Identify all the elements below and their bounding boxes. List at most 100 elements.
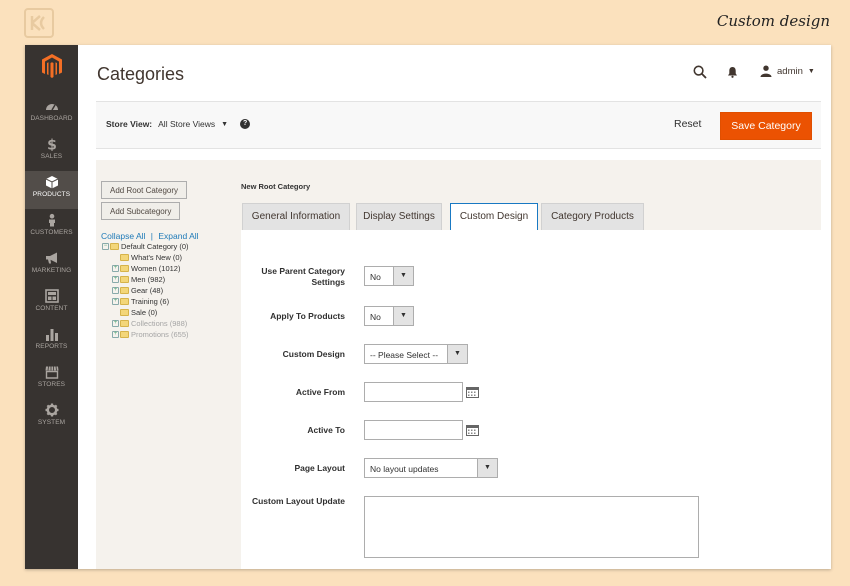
custom-layout-update-textarea[interactable] <box>364 496 699 558</box>
nav-content[interactable]: CONTENT <box>25 285 78 323</box>
custom-layout-update-label: Custom Layout Update <box>251 496 345 506</box>
collapse-toggle-icon[interactable]: − <box>102 243 109 250</box>
expand-toggle-icon[interactable]: + <box>112 276 119 283</box>
nav-label: CUSTOMERS <box>30 229 73 236</box>
calendar-icon[interactable] <box>466 424 479 436</box>
brand-watermark-logo <box>24 8 54 38</box>
folder-icon <box>120 254 129 261</box>
tree-node[interactable]: + Gear (48) <box>112 286 163 295</box>
tab-display-settings[interactable]: Display Settings <box>356 203 442 230</box>
add-root-category-button[interactable]: Add Root Category <box>101 181 188 199</box>
page-layout-select[interactable]: No layout updates ▼ <box>364 458 498 478</box>
admin-window: DASHBOARD $ SALES PRODUCTS CUSTOMERS MAR… <box>25 45 831 569</box>
tab-custom-design[interactable]: Custom Design <box>450 203 538 231</box>
megaphone-icon <box>45 252 57 264</box>
nav-system[interactable]: SYSTEM <box>25 399 78 437</box>
folder-icon <box>120 320 129 327</box>
user-icon <box>760 65 772 77</box>
chevron-down-icon: ▼ <box>393 267 413 285</box>
folder-icon <box>120 309 129 316</box>
calendar-icon[interactable] <box>466 386 479 398</box>
tab-category-products[interactable]: Category Products <box>541 203 644 230</box>
apply-to-products-label: Apply To Products <box>270 311 345 321</box>
folder-icon <box>120 287 129 294</box>
admin-sidebar: DASHBOARD $ SALES PRODUCTS CUSTOMERS MAR… <box>25 45 78 569</box>
tree-node-label: Collections (988) <box>131 319 188 328</box>
tree-node[interactable]: + Men (982) <box>112 275 165 284</box>
nav-label: STORES <box>37 381 66 388</box>
nav-label: SYSTEM <box>37 419 66 426</box>
chevron-down-icon: ▼ <box>447 345 467 363</box>
layout-icon <box>44 289 59 303</box>
expand-toggle-icon[interactable]: + <box>112 287 119 294</box>
tree-node-label: Training (6) <box>131 297 170 306</box>
folder-icon <box>120 298 129 305</box>
expand-toggle-icon[interactable]: + <box>112 265 119 272</box>
bell-icon[interactable] <box>727 66 738 78</box>
nav-label: CONTENT <box>35 305 68 312</box>
admin-username: admin <box>777 65 803 77</box>
nav-marketing[interactable]: MARKETING <box>25 247 78 285</box>
nav-label: SALES <box>40 153 63 160</box>
tree-node-label: Gear (48) <box>131 286 164 295</box>
folder-icon <box>120 276 129 283</box>
tree-node-label: Women (1012) <box>131 264 181 273</box>
tree-node-label: Sale (0) <box>131 308 158 317</box>
custom-design-select[interactable]: -- Please Select -- ▼ <box>364 344 468 364</box>
nav-products[interactable]: PRODUCTS <box>25 171 78 209</box>
tree-node-label: Men (982) <box>131 275 166 284</box>
tree-node[interactable]: + Training (6) <box>112 297 169 306</box>
chevron-down-icon: ▼ <box>393 307 413 325</box>
folder-icon <box>120 265 129 272</box>
magento-logo-icon[interactable] <box>41 53 63 79</box>
nav-stores[interactable]: STORES <box>25 361 78 399</box>
page-layout-label: Page Layout <box>294 463 345 473</box>
select-value: -- Please Select -- <box>370 350 439 360</box>
nav-dashboard[interactable]: DASHBOARD <box>25 95 78 133</box>
chevron-down-icon: ▼ <box>477 459 497 477</box>
custom-design-label: Custom Design <box>282 349 345 359</box>
select-value: No <box>370 312 381 322</box>
reset-button[interactable]: Reset <box>674 118 701 130</box>
add-subcategory-button[interactable]: Add Subcategory <box>101 202 181 220</box>
folder-icon <box>110 243 119 250</box>
use-parent-settings-select[interactable]: No ▼ <box>364 266 414 286</box>
help-icon[interactable]: ? <box>240 119 251 129</box>
tab-general-information[interactable]: General Information <box>242 203 350 230</box>
tree-node[interactable]: What's New (0) <box>112 253 182 262</box>
box-icon <box>45 176 58 189</box>
tree-node[interactable]: Sale (0) <box>112 308 157 317</box>
use-parent-settings-label: Use Parent Category Settings <box>261 266 345 287</box>
tree-controls: Collapse All | Expand All <box>101 231 199 241</box>
section-title: New Root Category <box>241 182 311 191</box>
active-from-input[interactable] <box>364 382 463 402</box>
store-view-switcher[interactable]: Store View: All Store Views ▼ ? <box>106 119 251 129</box>
page-title: Categories <box>97 64 185 84</box>
active-to-input[interactable] <box>364 420 463 440</box>
search-icon[interactable] <box>693 65 707 79</box>
nav-label: PRODUCTS <box>32 191 71 198</box>
dollar-icon: $ <box>47 138 57 152</box>
apply-to-products-select[interactable]: No ▼ <box>364 306 414 326</box>
expand-toggle-icon[interactable]: + <box>112 320 119 327</box>
collapse-all-link[interactable]: Collapse All <box>101 231 145 241</box>
nav-reports[interactable]: REPORTS <box>25 323 78 361</box>
active-from-label: Active From <box>295 387 345 397</box>
tree-node-label: Promotions (655) <box>131 330 189 339</box>
save-category-button[interactable]: Save Category <box>720 112 812 140</box>
expand-toggle-icon[interactable]: + <box>112 331 119 338</box>
nav-customers[interactable]: CUSTOMERS <box>25 209 78 247</box>
person-icon <box>48 213 55 227</box>
store-view-value: All Store Views <box>158 119 216 129</box>
nav-label: REPORTS <box>35 343 68 350</box>
store-view-label: Store View: <box>106 119 153 129</box>
tree-node[interactable]: + Promotions (655) <box>112 330 189 339</box>
expand-all-link[interactable]: Expand All <box>158 231 198 241</box>
tree-node[interactable]: − Default Category (0) <box>102 242 189 251</box>
expand-toggle-icon[interactable]: + <box>112 298 119 305</box>
svg-text:$: $ <box>47 138 57 152</box>
tree-node[interactable]: + Women (1012) <box>112 264 180 273</box>
admin-user-menu[interactable]: admin ▼ <box>760 65 815 77</box>
nav-sales[interactable]: $ SALES <box>25 133 78 171</box>
tree-node[interactable]: + Collections (988) <box>112 319 187 328</box>
